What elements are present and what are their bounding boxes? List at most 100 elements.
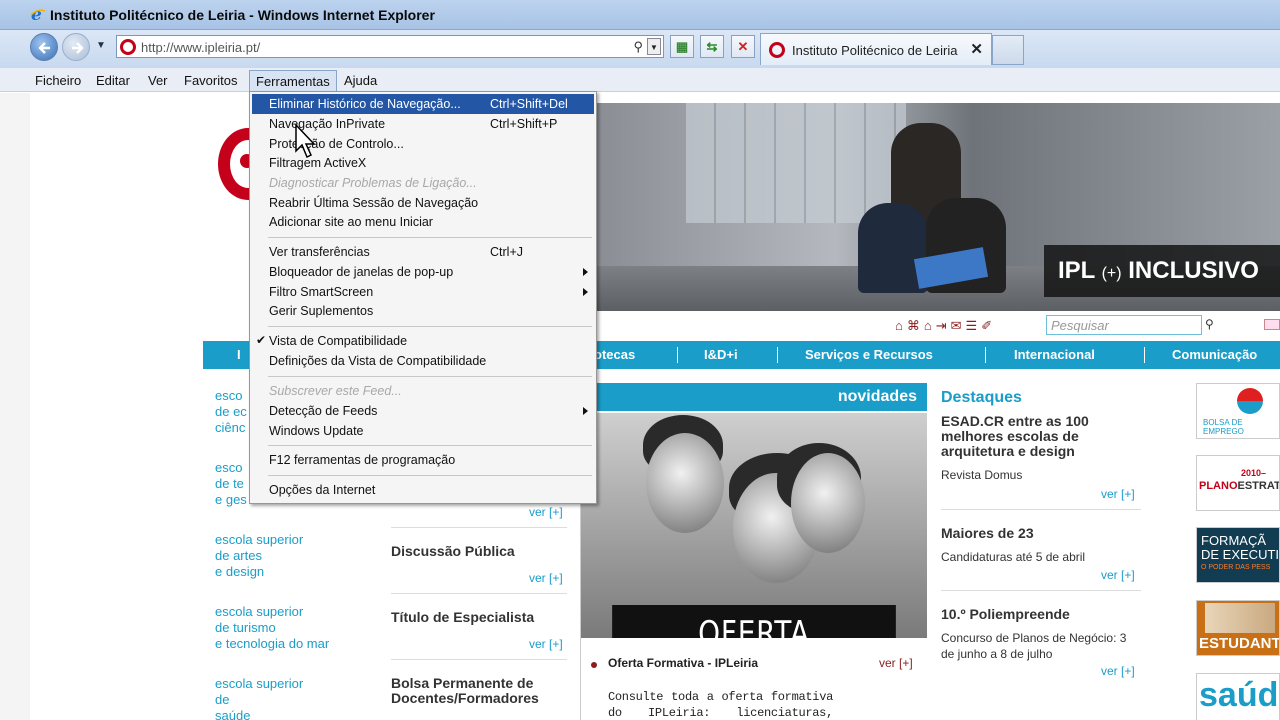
nav-item-bibliotecas[interactable]: otecas — [594, 347, 635, 362]
site-search-icon[interactable]: ⚲ — [1205, 317, 1214, 331]
nav-separator — [1144, 347, 1145, 363]
highlight-item[interactable]: 10.º Poliempreende Concurso de Planos de… — [941, 607, 1141, 662]
school-link[interactable]: esco de te e ges — [215, 460, 247, 508]
school-link[interactable]: escola superior de artes e design — [215, 532, 303, 580]
news-title[interactable]: Título de Especialista — [391, 610, 534, 625]
sitemap-icon[interactable]: ⌘ — [907, 318, 924, 333]
menu-ferramentas[interactable]: Ferramentas — [249, 70, 337, 93]
address-dropdown-icon[interactable]: ▼ — [647, 38, 661, 55]
menu-item-reopen-session[interactable]: Reabrir Última Sessão de Navegação — [252, 193, 594, 213]
ver-more-link[interactable]: ver [+] — [529, 571, 563, 585]
ver-more-link[interactable]: ver [+] — [529, 505, 563, 519]
menu-ajuda[interactable]: Ajuda — [344, 73, 377, 88]
login-icon[interactable]: ⇥ — [936, 318, 951, 333]
ver-more-link[interactable]: ver [+] — [529, 637, 563, 651]
ad-label: PLANOESTRATÉG — [1199, 480, 1279, 492]
menu-item-f12-tools[interactable]: F12 ferramentas de programação — [252, 450, 594, 470]
ad-saude[interactable]: saúde — [1196, 673, 1280, 720]
ad-bolsa-emprego[interactable]: BOLSA DE EMPREGO — [1196, 383, 1280, 439]
tab-close-icon[interactable]: ✕ — [970, 40, 983, 58]
forward-button[interactable] — [62, 33, 90, 61]
menu-item-popup-blocker[interactable]: Bloqueador de janelas de pop-up — [252, 262, 594, 282]
menu-item-label: Diagnosticar Problemas de Ligação... — [269, 176, 477, 190]
menu-ficheiro[interactable]: Ficheiro — [35, 73, 81, 88]
school-link[interactable]: escola superior de turismo e tecnologia … — [215, 604, 329, 652]
school-link[interactable]: escola superior de saúde — [215, 676, 303, 720]
highlight-desc: Candidaturas até 5 de abril — [941, 550, 1086, 564]
menu-item-compatibility-settings[interactable]: Definições da Vista de Compatibilidade — [252, 351, 594, 371]
highlight-heading[interactable]: Maiores de 23 — [941, 526, 1141, 541]
highlight-item[interactable]: ESAD.CR entre as 100 melhores escolas de… — [941, 414, 1141, 483]
nav-item-partial[interactable]: I — [237, 347, 241, 362]
ver-more-link[interactable]: ver [+] — [879, 656, 913, 670]
ad-formacao-executivos[interactable]: FORMAÇÃ DE EXECUTIV O PODER DAS PESS — [1196, 527, 1280, 583]
back-button[interactable] — [30, 33, 58, 61]
menu-ver[interactable]: Ver — [148, 73, 168, 88]
menu-separator — [268, 326, 592, 327]
highlight-item[interactable]: Maiores de 23 Candidaturas até 5 de abri… — [941, 526, 1141, 565]
slogan-part-ipl: IPL — [1058, 257, 1095, 284]
home-icon[interactable]: ⌂ — [895, 318, 907, 333]
submenu-arrow-icon — [583, 407, 588, 415]
tab-favicon-icon — [769, 42, 785, 58]
history-dropdown-icon[interactable]: ▼ — [96, 40, 106, 51]
nav-item-id[interactable]: I&D+i — [704, 347, 738, 362]
menu-item-downloads[interactable]: Ver transferências Ctrl+J — [252, 242, 594, 262]
featured-header: novidades — [581, 383, 927, 411]
institution-icon[interactable]: ⌂ — [924, 318, 936, 333]
menu-favoritos[interactable]: Favoritos — [184, 73, 237, 88]
news-title[interactable]: Bolsa Permanente de Docentes/Formadores — [391, 676, 539, 706]
menu-item-compatibility-view[interactable]: ✔ Vista de Compatibilidade — [252, 331, 594, 351]
hero-banner[interactable]: IPL (+) INCLUSIVO — [596, 103, 1280, 311]
nav-item-comunicacao[interactable]: Comunicação — [1172, 347, 1257, 362]
ad-label: FORMAÇÃ DE EXECUTIV — [1201, 533, 1280, 562]
ad-plano-estrategico[interactable]: 2010– PLANOESTRATÉG — [1196, 455, 1280, 511]
menu-separator — [268, 237, 592, 238]
address-field[interactable]: http://www.ipleiria.pt/ ⚲ ▼ — [116, 35, 664, 58]
address-url[interactable]: http://www.ipleiria.pt/ — [141, 40, 260, 55]
featured-title[interactable]: Oferta Formativa - IPLeiria — [608, 656, 758, 670]
featured-photo[interactable]: OFERTA FORMATIVA — [581, 413, 927, 638]
compatibility-icon: ▦ — [675, 39, 689, 54]
rss-icon[interactable]: ✐ — [981, 318, 996, 333]
school-link[interactable]: esco de ec ciênc — [215, 388, 247, 436]
photo-face — [646, 433, 724, 533]
new-tab-button[interactable] — [992, 35, 1024, 65]
forward-arrow-icon — [72, 42, 84, 54]
nav-item-internacional[interactable]: Internacional — [1014, 347, 1095, 362]
browser-tab[interactable]: Instituto Politécnico de Leiria ✕ — [760, 33, 992, 65]
stop-button[interactable]: ✕ — [731, 35, 755, 58]
refresh-button[interactable]: ⇆ — [700, 35, 724, 58]
menu-item-add-start-menu[interactable]: Adicionar site ao menu Iniciar — [252, 212, 594, 232]
refresh-icon: ⇆ — [706, 39, 718, 54]
site-search-input[interactable]: Pesquisar — [1046, 315, 1202, 335]
menu-editar[interactable]: Editar — [96, 73, 130, 88]
menu-item-manage-addons[interactable]: Gerir Suplementos — [252, 301, 594, 321]
ver-more-link[interactable]: ver [+] — [1101, 664, 1135, 678]
news-title[interactable]: Discussão Pública — [391, 544, 515, 559]
utility-icons: ⌂⌘⌂⇥✉☰✐ — [895, 318, 996, 334]
ver-more-link[interactable]: ver [+] — [1101, 568, 1135, 582]
compatibility-view-button[interactable]: ▦ — [670, 35, 694, 58]
nav-separator — [677, 347, 678, 363]
language-flag-icon[interactable] — [1264, 319, 1280, 330]
menu-item-feed-discovery[interactable]: Detecção de Feeds — [252, 401, 594, 421]
menu-item-smartscreen[interactable]: Filtro SmartScreen — [252, 282, 594, 302]
nav-item-servicos[interactable]: Serviços e Recursos — [805, 347, 933, 362]
stop-icon: ✕ — [737, 39, 749, 54]
contacts-icon[interactable]: ☰ — [966, 318, 982, 333]
ver-more-link[interactable]: ver [+] — [1101, 487, 1135, 501]
mail-icon[interactable]: ✉ — [951, 318, 966, 333]
ie-logo-icon: e — [30, 6, 46, 22]
menu-item-label: Windows Update — [269, 424, 364, 438]
menu-item-label: Definições da Vista de Compatibilidade — [269, 354, 487, 368]
nav-separator — [777, 347, 778, 363]
nav-separator — [985, 347, 986, 363]
menu-item-windows-update[interactable]: Windows Update — [252, 421, 594, 441]
search-icon[interactable]: ⚲ — [633, 39, 643, 55]
ad-estudantes[interactable]: ESTUDANT — [1196, 600, 1280, 656]
highlight-heading[interactable]: 10.º Poliempreende — [941, 607, 1141, 622]
menu-item-delete-history[interactable]: Eliminar Histórico de Navegação... Ctrl+S… — [252, 94, 594, 114]
menu-item-internet-options[interactable]: Opções da Internet — [252, 480, 594, 500]
highlight-heading[interactable]: ESAD.CR entre as 100 melhores escolas de… — [941, 414, 1141, 459]
